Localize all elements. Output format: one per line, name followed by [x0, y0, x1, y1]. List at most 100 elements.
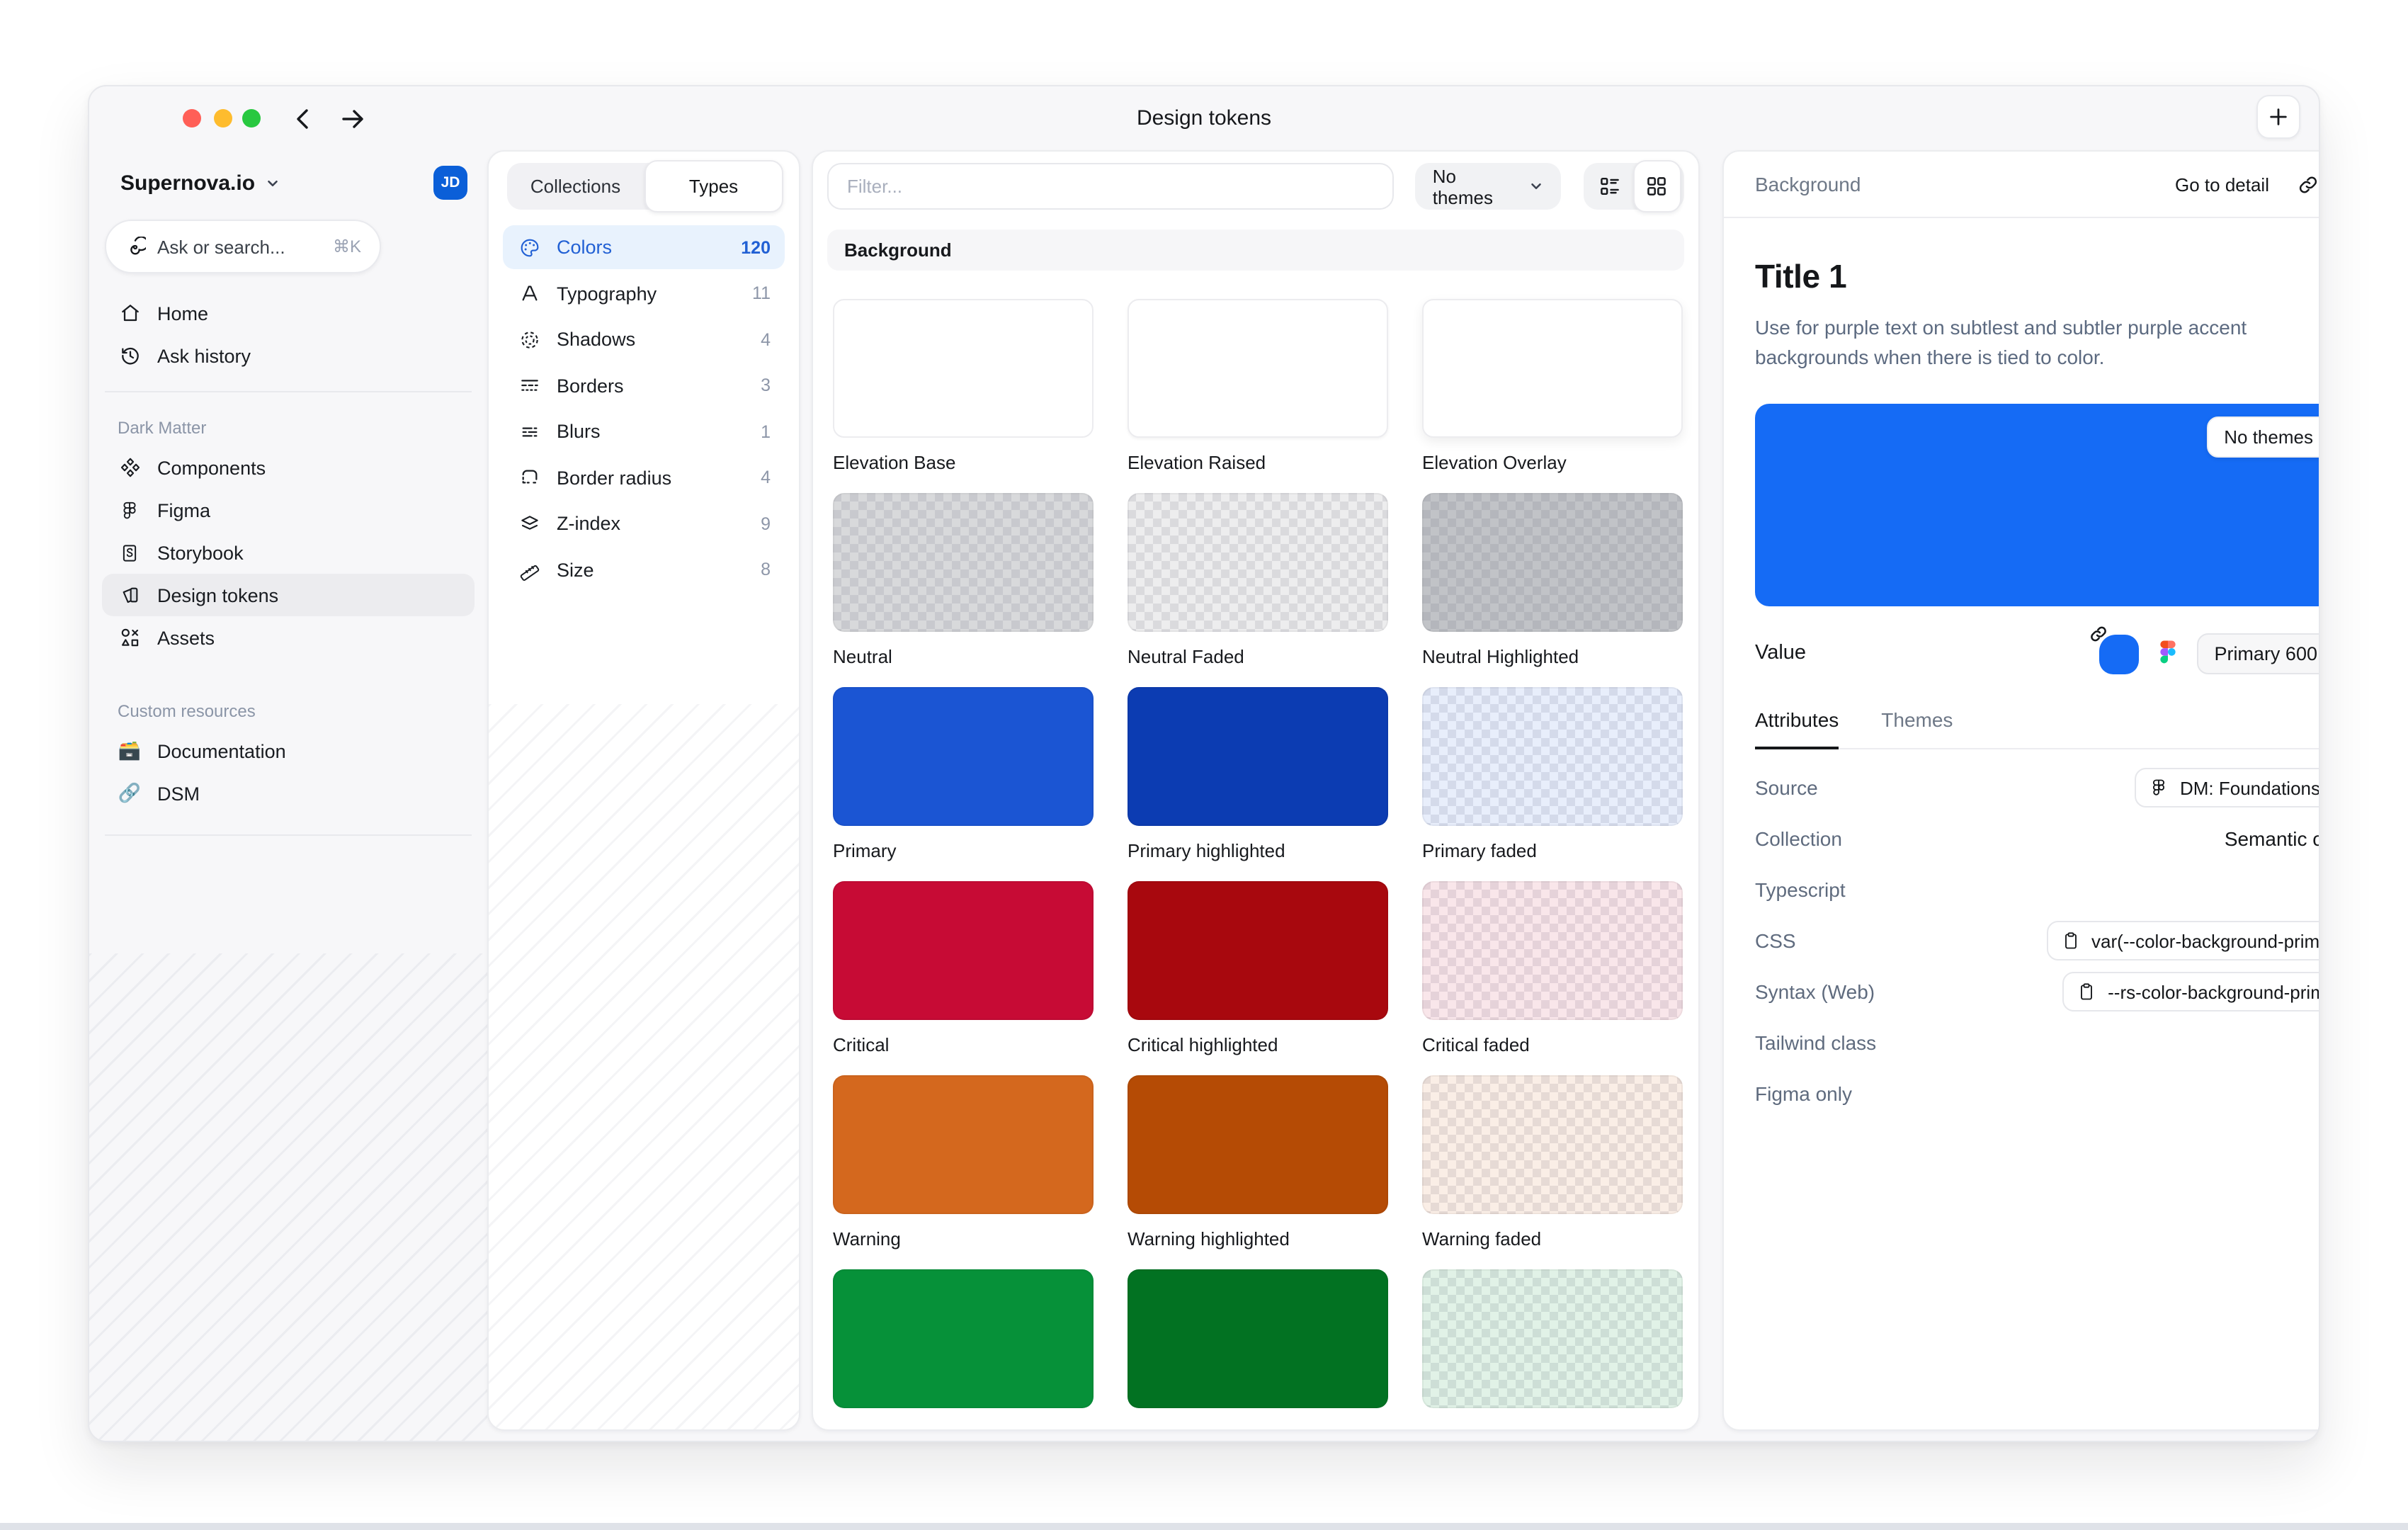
- list-view-button[interactable]: [1586, 163, 1632, 210]
- token-cell[interactable]: Warning: [833, 1075, 1094, 1250]
- css-copy-pill[interactable]: var(--color-background-primary): [2046, 921, 2320, 960]
- color-swatch[interactable]: [1422, 1269, 1683, 1408]
- color-swatch[interactable]: [1422, 1075, 1683, 1214]
- copy-link-icon[interactable]: [2295, 171, 2320, 197]
- grid-row: Critical Critical highlighted Critical f…: [833, 881, 1683, 1055]
- sidebar-item-design-tokens[interactable]: Design tokens: [102, 574, 475, 616]
- token-cell[interactable]: [1422, 1269, 1683, 1422]
- add-button[interactable]: [2256, 95, 2300, 139]
- color-swatch[interactable]: [1422, 687, 1683, 826]
- color-swatch[interactable]: [833, 687, 1094, 826]
- color-swatch[interactable]: [1128, 687, 1388, 826]
- group-header-background[interactable]: Background: [827, 230, 1684, 271]
- color-swatch[interactable]: [1422, 493, 1683, 632]
- token-cell[interactable]: Neutral: [833, 493, 1094, 667]
- home-icon: [118, 301, 142, 325]
- token-cell[interactable]: Warning highlighted: [1128, 1075, 1388, 1250]
- chevron-down-icon: [265, 175, 280, 191]
- token-cell[interactable]: [833, 1269, 1094, 1422]
- tab-types[interactable]: Types: [644, 160, 783, 212]
- color-swatch[interactable]: [1128, 299, 1388, 438]
- assets-icon: [118, 625, 142, 650]
- figma-icon: [118, 498, 142, 522]
- palette-icon: [517, 235, 541, 259]
- grid-view-button[interactable]: [1632, 160, 1681, 212]
- type-row-shadows[interactable]: Shadows 4: [503, 317, 785, 361]
- chevron-down-icon: [1528, 178, 1544, 194]
- themes-dropdown[interactable]: No themes: [1416, 163, 1561, 210]
- token-cell[interactable]: Elevation Raised: [1128, 299, 1388, 473]
- type-row-z-index[interactable]: Z-index 9: [503, 502, 785, 545]
- type-row-colors[interactable]: Colors 120: [503, 225, 785, 269]
- color-swatch[interactable]: [1128, 1075, 1388, 1214]
- color-swatch[interactable]: [833, 881, 1094, 1020]
- type-row-typography[interactable]: Typography 11: [503, 271, 785, 315]
- ruler-icon: [517, 557, 541, 582]
- color-swatch[interactable]: [1128, 493, 1388, 632]
- typography-icon: [517, 281, 541, 305]
- color-swatch[interactable]: [833, 1269, 1094, 1408]
- sidebar-item-documentation[interactable]: 🗃️ Documentation: [102, 730, 475, 772]
- token-cell[interactable]: Critical: [833, 881, 1094, 1055]
- types-panel: Collections Types Colors 120 Typography: [487, 150, 800, 1431]
- type-row-border-radius[interactable]: Border radius 4: [503, 455, 785, 499]
- tab-attributes[interactable]: Attributes: [1755, 708, 1839, 748]
- avatar[interactable]: JD: [433, 166, 467, 200]
- color-swatch[interactable]: [833, 1075, 1094, 1214]
- token-cell[interactable]: Primary highlighted: [1128, 687, 1388, 861]
- token-cell[interactable]: Primary faded: [1422, 687, 1683, 861]
- sidebar-item-home[interactable]: Home: [102, 292, 475, 334]
- preview-themes-dropdown[interactable]: No themes: [2207, 416, 2320, 458]
- design-tokens-icon: [118, 583, 142, 607]
- color-swatch[interactable]: [1128, 1269, 1388, 1408]
- go-to-detail-link[interactable]: Go to detail: [2175, 174, 2269, 195]
- token-cell[interactable]: [1128, 1269, 1388, 1422]
- workspace-switcher[interactable]: Supernova.io JD: [120, 163, 467, 203]
- syntax-copy-pill[interactable]: --rs-color-background-primary: [2062, 972, 2320, 1012]
- token-cell[interactable]: Warning faded: [1422, 1075, 1683, 1250]
- token-cell[interactable]: Neutral Faded: [1128, 493, 1388, 667]
- token-cell[interactable]: Elevation Overlay: [1422, 299, 1683, 473]
- sidebar-section-custom: Custom resources: [102, 690, 475, 730]
- attr-row-source: Source DM: Foundations: [1755, 762, 2320, 813]
- color-swatch[interactable]: [1422, 299, 1683, 438]
- sidebar-item-assets[interactable]: Assets: [102, 616, 475, 659]
- tab-themes[interactable]: Themes: [1881, 708, 1953, 748]
- sidebar-item-ask-history[interactable]: Ask history: [102, 334, 475, 377]
- sidebar-item-figma[interactable]: Figma: [102, 489, 475, 531]
- clipboard-icon: [2077, 981, 2098, 1002]
- search-shortcut: ⌘K: [333, 237, 361, 256]
- detail-header: Background Go to detail: [1724, 152, 2320, 218]
- grid-row: [833, 1269, 1683, 1422]
- attributes-list: Source DM: Foundations Collectio: [1755, 762, 2320, 1119]
- filter-input[interactable]: [827, 163, 1395, 210]
- type-row-borders[interactable]: Borders 3: [503, 363, 785, 407]
- token-cell[interactable]: Primary: [833, 687, 1094, 861]
- sidebar-item-storybook[interactable]: Storybook: [102, 531, 475, 574]
- history-icon: [118, 344, 142, 368]
- token-cell[interactable]: Critical faded: [1422, 881, 1683, 1055]
- sidebar-item-components[interactable]: Components: [102, 446, 475, 489]
- value-token-pill[interactable]: Primary 600: [2197, 633, 2320, 674]
- alias-link-icon: [2088, 623, 2109, 645]
- color-preview[interactable]: No themes: [1755, 404, 2320, 606]
- color-swatch[interactable]: [1422, 881, 1683, 1020]
- ask-search-input[interactable]: Ask or search... ⌘K: [105, 220, 381, 273]
- grid-row: Primary Primary highlighted Primary fade…: [833, 687, 1683, 861]
- blurs-icon: [517, 419, 541, 443]
- source-pill[interactable]: DM: Foundations: [2135, 768, 2320, 808]
- type-row-blurs[interactable]: Blurs 1: [503, 409, 785, 453]
- figma-logo-icon: [2157, 638, 2179, 668]
- color-swatch[interactable]: [833, 299, 1094, 438]
- detail-body: Title 1 Use for purple text on subtlest …: [1755, 218, 2320, 1429]
- app-window: Design tokens Supernova.io JD Ask or sea…: [88, 85, 2320, 1442]
- type-row-size[interactable]: Size 8: [503, 548, 785, 591]
- color-swatch[interactable]: [1128, 881, 1388, 1020]
- tab-collections[interactable]: Collections: [507, 163, 644, 210]
- color-swatch[interactable]: [833, 493, 1094, 632]
- search-placeholder: Ask or search...: [157, 236, 333, 257]
- sidebar-item-dsm[interactable]: 🔗 DSM: [102, 772, 475, 815]
- token-cell[interactable]: Critical highlighted: [1128, 881, 1388, 1055]
- token-cell[interactable]: Neutral Highlighted: [1422, 493, 1683, 667]
- token-cell[interactable]: Elevation Base: [833, 299, 1094, 473]
